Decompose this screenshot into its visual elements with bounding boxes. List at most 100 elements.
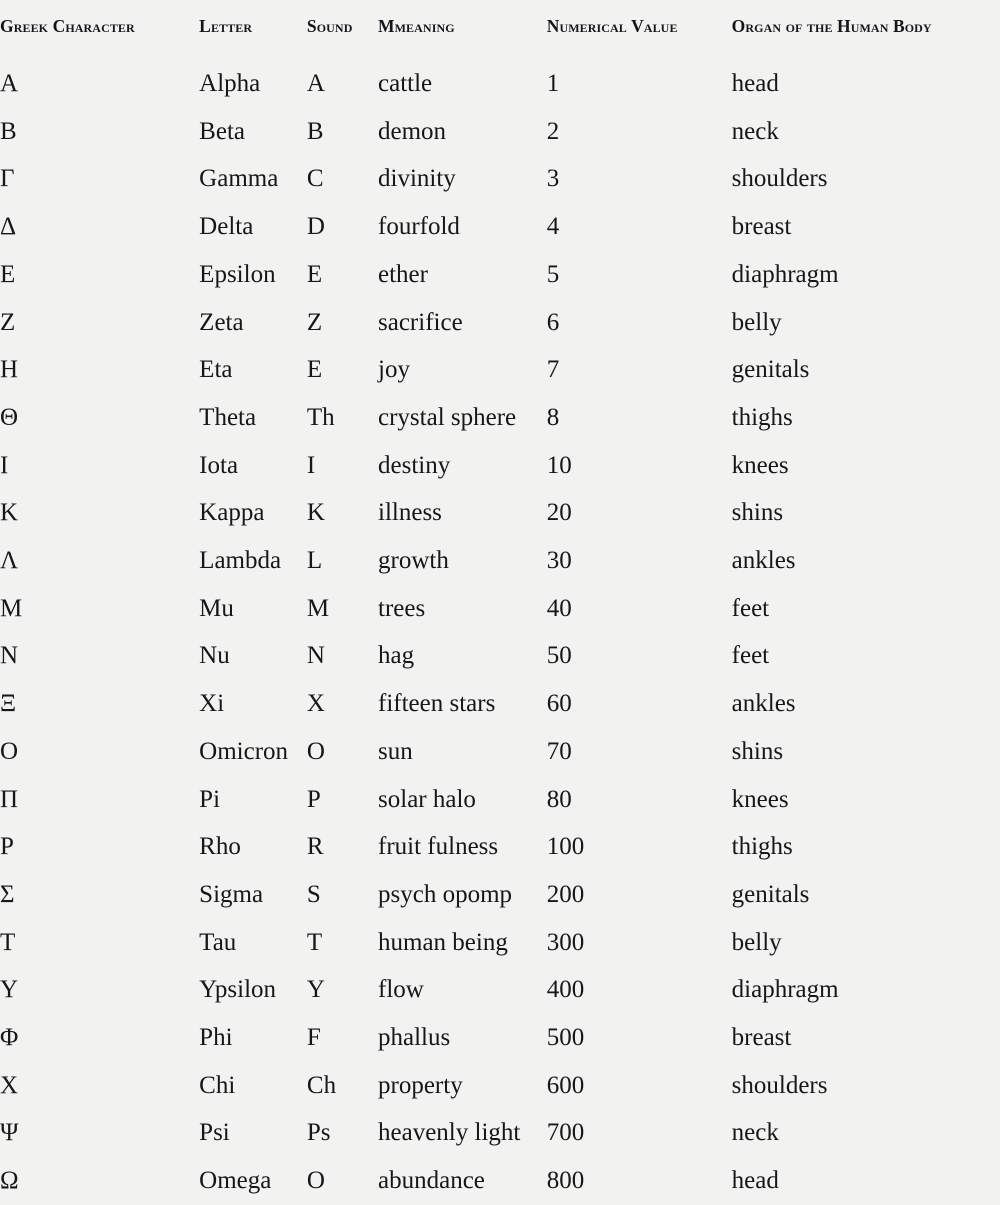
- cell-organ: ankles: [732, 680, 1000, 728]
- cell-sound-text: P: [306, 785, 321, 813]
- cell-numeric-text: 10: [546, 451, 572, 479]
- cell-character: Ε: [0, 251, 199, 299]
- cell-sound: O: [307, 1157, 378, 1205]
- cell-sound: Ps: [307, 1109, 378, 1157]
- cell-letter: Gamma: [199, 155, 307, 203]
- cell-meaning: sun: [378, 728, 547, 776]
- cell-meaning-text: solar halo: [378, 785, 476, 813]
- cell-letter-text: Kappa: [199, 499, 265, 527]
- cell-sound-text: B: [306, 117, 324, 145]
- cell-sound: O: [307, 728, 378, 776]
- cell-organ: shoulders: [732, 1062, 1000, 1110]
- cell-character-text: Φ: [0, 1024, 19, 1052]
- cell-letter-text: Omega: [199, 1167, 272, 1195]
- cell-character: Ν: [0, 632, 199, 680]
- column-header-numerical-value: Numerical Value: [546, 16, 678, 36]
- cell-character-text: Π: [0, 785, 19, 813]
- cell-organ-text: ankles: [731, 547, 796, 575]
- cell-numeric-text: 30: [546, 547, 572, 575]
- cell-letter-text: Mu: [199, 594, 234, 622]
- cell-meaning: solar halo: [378, 776, 547, 824]
- cell-organ: thighs: [732, 823, 1000, 871]
- cell-numeric-text: 100: [546, 833, 585, 861]
- cell-letter: Sigma: [199, 871, 307, 919]
- cell-numeric: 600: [547, 1062, 732, 1110]
- cell-letter: Alpha: [199, 60, 307, 108]
- cell-meaning-text: abundance: [378, 1167, 485, 1195]
- cell-numeric: 60: [547, 680, 732, 728]
- table-head: Greek Character Letter Sound Mmeaning Nu…: [0, 0, 1000, 60]
- cell-character: Ι: [0, 442, 199, 490]
- cell-organ-text: shoulders: [731, 165, 828, 193]
- cell-character: Ψ: [0, 1109, 199, 1157]
- cell-letter-text: Phi: [199, 1024, 233, 1052]
- cell-sound-text: E: [306, 260, 323, 288]
- cell-letter: Kappa: [199, 489, 307, 537]
- cell-meaning-text: fifteen stars: [378, 690, 496, 718]
- cell-letter: Ypsilon: [199, 966, 307, 1014]
- cell-sound: X: [307, 680, 378, 728]
- cell-character: Η: [0, 346, 199, 394]
- cell-organ-text: thighs: [731, 403, 793, 431]
- cell-character: Π: [0, 776, 199, 824]
- cell-meaning-text: human being: [378, 928, 508, 956]
- cell-numeric-text: 500: [546, 1024, 585, 1052]
- cell-meaning: cattle: [378, 60, 547, 108]
- cell-numeric: 7: [547, 346, 732, 394]
- cell-letter: Phi: [199, 1014, 307, 1062]
- cell-meaning: fourfold: [378, 203, 547, 251]
- table-row: Χ Chi Ch property 600 shoulders: [0, 1062, 1000, 1110]
- cell-numeric: 5: [547, 251, 732, 299]
- column-header-letter: Letter: [199, 16, 253, 36]
- cell-letter-text: Psi: [199, 1119, 230, 1147]
- cell-character-text: Γ: [0, 165, 15, 193]
- cell-character-text: Τ: [0, 928, 16, 956]
- cell-character-text: Ξ: [0, 690, 17, 718]
- cell-meaning-text: property: [378, 1071, 463, 1099]
- cell-sound-text: X: [306, 690, 325, 718]
- cell-sound: D: [307, 203, 378, 251]
- cell-sound: R: [307, 823, 378, 871]
- cell-meaning: destiny: [378, 442, 547, 490]
- table-row: Η Eta Ejoy 7 genitals: [0, 346, 1000, 394]
- cell-sound-text: A: [306, 70, 325, 97]
- cell-character: Λ: [0, 537, 199, 585]
- table-row: Ο Omicron Osun 70 shins: [0, 728, 1000, 776]
- table-sheet: Greek Character Letter Sound Mmeaning Nu…: [0, 0, 1000, 1200]
- cell-character: Φ: [0, 1014, 199, 1062]
- cell-meaning-text: sun: [378, 737, 413, 765]
- cell-sound: E: [307, 251, 378, 299]
- cell-organ: ankles: [732, 537, 1000, 585]
- cell-organ-text: shins: [731, 737, 784, 765]
- cell-character: Β: [0, 108, 199, 156]
- cell-organ-text: feet: [731, 642, 770, 670]
- cell-letter-text: Iota: [199, 451, 239, 479]
- cell-meaning: fruit fulness: [378, 823, 547, 871]
- cell-meaning-text: flow: [378, 976, 424, 1004]
- cell-sound: L: [307, 537, 378, 585]
- cell-character: Ζ: [0, 299, 199, 347]
- table-row: Λ Lambda Lgrowth 30 ankles: [0, 537, 1000, 585]
- cell-numeric-text: 800: [546, 1167, 585, 1195]
- cell-letter: Omega: [199, 1157, 307, 1205]
- cell-meaning-text: crystal sphere: [378, 403, 517, 431]
- cell-meaning: psych opomp: [378, 871, 547, 919]
- cell-letter: Mu: [199, 585, 307, 633]
- cell-meaning-text: destiny: [378, 451, 451, 479]
- table-row: Ψ Psi Ps heavenly light 700 neck: [0, 1109, 1000, 1157]
- cell-meaning-text: trees: [378, 594, 426, 622]
- cell-character-text: Ω: [0, 1167, 19, 1195]
- cell-letter-text: Delta: [199, 213, 254, 241]
- cell-character: Ω: [0, 1157, 199, 1205]
- cell-sound: N: [307, 632, 378, 680]
- table-row: Ω Omega Oabundance 800 head: [0, 1157, 1000, 1205]
- cell-numeric-text: 40: [546, 594, 572, 622]
- cell-character-text: Δ: [0, 213, 17, 241]
- cell-organ: breast: [732, 1014, 1000, 1062]
- cell-letter-text: Rho: [199, 833, 241, 861]
- cell-character-text: Κ: [0, 499, 19, 527]
- cell-numeric-text: 3: [546, 165, 560, 193]
- cell-numeric-text: 4: [546, 213, 560, 241]
- cell-letter: Eta: [199, 346, 307, 394]
- cell-meaning-text: hag: [378, 642, 415, 670]
